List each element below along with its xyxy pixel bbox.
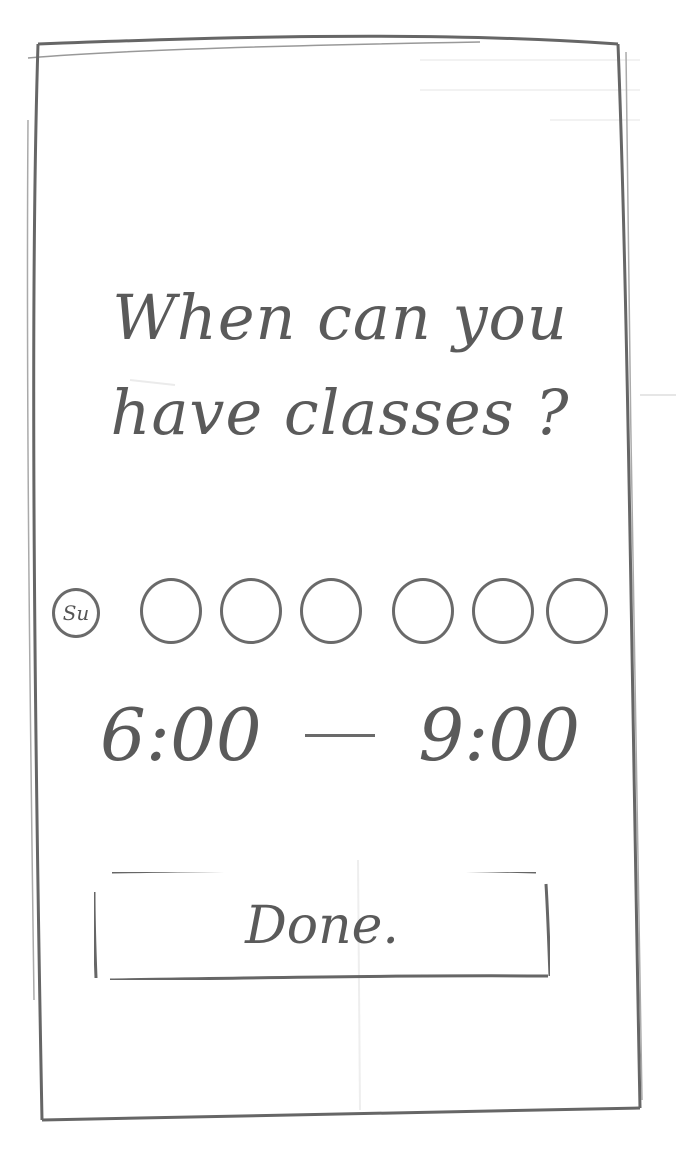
done-button[interactable]: Done. (94, 872, 550, 980)
time-range: 6:00 9:00 (100, 690, 580, 780)
start-time[interactable]: 6:00 (100, 693, 262, 777)
day-tuesday[interactable] (220, 578, 282, 644)
day-wednesday[interactable] (300, 578, 362, 644)
done-button-label: Done. (245, 896, 399, 956)
day-of-week-picker: Su (48, 578, 608, 658)
day-friday[interactable] (472, 578, 534, 644)
day-thursday[interactable] (392, 578, 454, 644)
day-sunday[interactable]: Su (52, 588, 100, 638)
day-monday[interactable] (140, 578, 202, 644)
day-saturday[interactable] (546, 578, 608, 644)
question-heading: When can you have classes ? (110, 281, 570, 449)
time-range-dash (305, 733, 375, 737)
end-time[interactable]: 9:00 (418, 693, 580, 777)
